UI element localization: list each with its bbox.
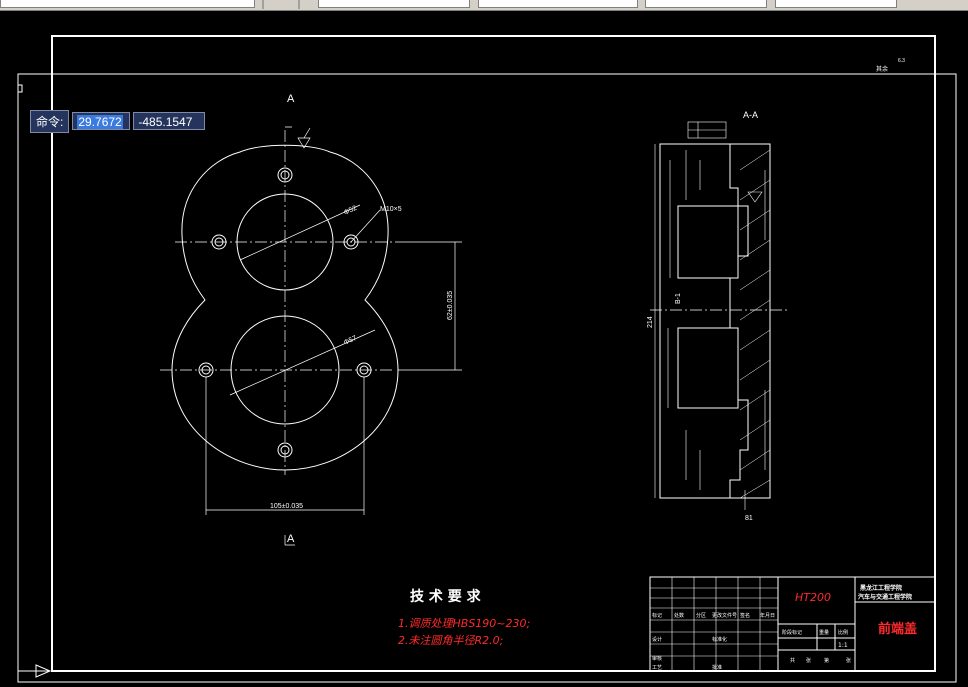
section-view — [654, 121, 771, 510]
x-coordinate-value: 29.7672 — [77, 115, 123, 129]
tb-label-shenhe: 审核 — [652, 655, 662, 662]
tb-label-gong: 共 — [790, 657, 795, 664]
tb-label-qianming: 签名 — [740, 612, 750, 619]
dim-dia-top: Φ52 — [343, 205, 358, 217]
toolbar-separator — [298, 0, 300, 9]
lineweight-dropdown[interactable] — [645, 0, 767, 8]
tb-label-gongyi: 工艺 — [652, 665, 662, 671]
plotstyle-dropdown[interactable] — [775, 0, 897, 8]
dim-dia-bottom: Φ57 — [343, 335, 358, 347]
tech-requirements-title: 技 术 要 求 — [410, 588, 482, 605]
tb-label-biaozhunhua: 标准化 — [712, 636, 727, 643]
linetype-dropdown[interactable] — [478, 0, 638, 8]
section-a-bottom-label: A — [287, 533, 295, 545]
dim-height-total: 214 — [647, 316, 654, 328]
scale-value: 1:1 — [838, 642, 848, 649]
tb-label-fenqu: 分区 — [696, 612, 706, 619]
layer-dropdown[interactable] — [0, 0, 255, 8]
tb-label-nianyueri: 年月日 — [760, 612, 775, 619]
tech-requirement-2: 2.未注圆角半径R2.0; — [398, 634, 503, 647]
dimension-lines — [205, 126, 462, 546]
school-line-2: 汽车与交通工程学院 — [858, 593, 912, 601]
ucs-icon — [18, 664, 52, 678]
tb-label-zhang-1: 张 — [806, 657, 811, 664]
roughness-value: 6.3 — [898, 58, 905, 64]
dim-horizontal-bottom: 105±0.035 — [270, 503, 303, 510]
section-a-top-label: A — [287, 93, 295, 105]
tb-label-bili: 比例 — [838, 629, 848, 636]
dynamic-input: 命令: 29.7672 -485.1547 — [30, 109, 206, 133]
tb-label-biaoji: 标记 — [652, 612, 662, 619]
color-dropdown[interactable] — [318, 0, 470, 8]
tb-label-jieduan: 阶段标记 — [782, 629, 802, 636]
tech-requirement-1: 1.调质处理HBS190~230; — [398, 617, 530, 630]
inner-frame — [51, 35, 936, 672]
command-label: 命令: — [30, 109, 70, 133]
toolbar-separator — [262, 0, 264, 9]
part-name: 前端盖 — [878, 621, 917, 637]
material-text: HT200 — [795, 591, 831, 604]
tb-label-genggai: 更改文件号 — [712, 612, 737, 619]
tb-label-zhongliang: 重量 — [819, 629, 829, 636]
hole-note: M10×5 — [380, 206, 402, 213]
roughness-other: 其余 — [876, 65, 888, 73]
centerlines — [160, 130, 790, 475]
dim-vertical-center: 62±0.035 — [447, 291, 454, 320]
tb-label-pizhun: 批准 — [712, 664, 722, 671]
y-coordinate-input[interactable]: -485.1547 — [133, 112, 206, 130]
section-mark: B-1 — [675, 293, 682, 304]
tb-label-zhang-2: 张 — [846, 657, 851, 664]
frame-tick — [17, 74, 23, 93]
tb-label-di: 第 — [824, 657, 829, 664]
school-line-1: 黑龙江工程学院 — [860, 584, 902, 592]
x-coordinate-input[interactable]: 29.7672 — [72, 112, 131, 130]
section-view-label: A-A — [743, 110, 758, 120]
tb-label-chushu: 处数 — [674, 612, 684, 619]
tb-label-sheji: 设计 — [652, 636, 662, 643]
dim-bottom-width: 81 — [745, 515, 753, 522]
